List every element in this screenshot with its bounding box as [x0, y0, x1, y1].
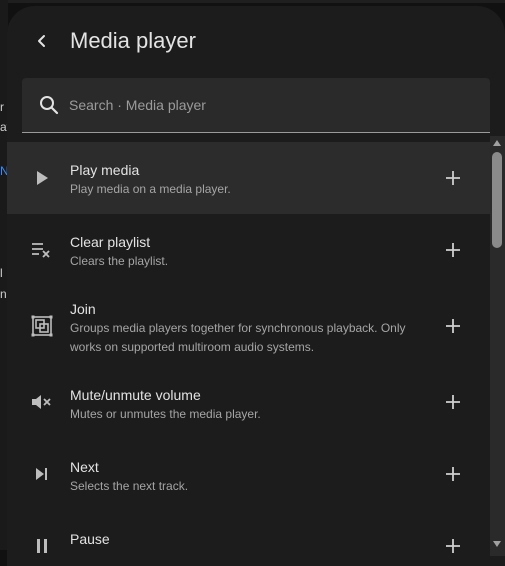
skip-next-icon [29, 461, 55, 487]
volume-mute-icon [29, 389, 55, 415]
list-item-description: Groups media players together for synchr… [70, 321, 406, 354]
list-item-title: Pause [70, 531, 110, 547]
search-icon [40, 96, 59, 115]
list-item-play-media[interactable]: Play media Play media on a media player. [7, 142, 490, 214]
list-item-join[interactable]: Join Groups media players together for s… [7, 286, 490, 366]
list-item-title: Mute/unmute volume [70, 387, 201, 403]
list-item-title: Play media [70, 162, 140, 178]
add-action-button[interactable] [439, 236, 467, 264]
list-item-clear-playlist[interactable]: Clear playlist Clears the playlist. [7, 214, 490, 286]
plus-icon [446, 243, 460, 257]
search-input[interactable] [69, 94, 469, 116]
back-button[interactable] [25, 24, 59, 58]
play-icon [29, 165, 55, 191]
list-item-description: Clears the playlist. [70, 254, 169, 268]
pause-icon [29, 533, 55, 559]
speaker-group-icon [29, 313, 55, 339]
playlist-remove-icon [29, 237, 55, 263]
list-item-title: Next [70, 459, 99, 475]
plus-icon [446, 319, 460, 333]
search-field[interactable] [22, 78, 490, 133]
plus-icon [446, 539, 460, 553]
dialog-header: Media player [7, 6, 505, 78]
list-item-title: Join [70, 301, 96, 317]
list-scrollbar[interactable] [490, 136, 505, 556]
add-action-button[interactable] [439, 312, 467, 340]
scrollbar-thumb[interactable] [492, 152, 502, 248]
add-action-button[interactable] [439, 164, 467, 192]
background-top-bar [0, 0, 505, 3]
chevron-left-icon [38, 35, 45, 47]
dialog-title: Media player [70, 28, 196, 53]
list-item-text: Mute/unmute volume Mutes or unmutes the … [70, 386, 430, 424]
list-item-next[interactable]: Next Selects the next track. [7, 438, 490, 510]
list-item-description: Selects the next track. [70, 479, 189, 493]
add-action-button[interactable] [439, 460, 467, 488]
scroll-up-arrow-icon[interactable] [493, 140, 501, 146]
media-player-dialog: Media player Play media Play media on a … [7, 6, 505, 566]
list-item-text: Clear playlist Clears the playlist. [70, 233, 430, 271]
plus-icon [446, 395, 460, 409]
list-item-mute-unmute-volume[interactable]: Mute/unmute volume Mutes or unmutes the … [7, 366, 490, 438]
list-item-text: Join Groups media players together for s… [70, 300, 430, 357]
action-list: Play media Play media on a media player.… [7, 142, 490, 566]
plus-icon [446, 467, 460, 481]
list-item-text: Play media Play media on a media player. [70, 161, 430, 199]
list-item-description: Mutes or unmutes the media player. [70, 407, 261, 421]
add-action-button[interactable] [439, 532, 467, 560]
scroll-down-arrow-icon[interactable] [493, 541, 501, 547]
list-item-pause[interactable]: Pause [7, 510, 490, 566]
list-item-text: Pause [70, 530, 430, 549]
list-item-description: Play media on a media player. [70, 182, 231, 196]
list-item-text: Next Selects the next track. [70, 458, 430, 496]
list-item-title: Clear playlist [70, 234, 151, 250]
add-action-button[interactable] [439, 388, 467, 416]
plus-icon [446, 171, 460, 185]
